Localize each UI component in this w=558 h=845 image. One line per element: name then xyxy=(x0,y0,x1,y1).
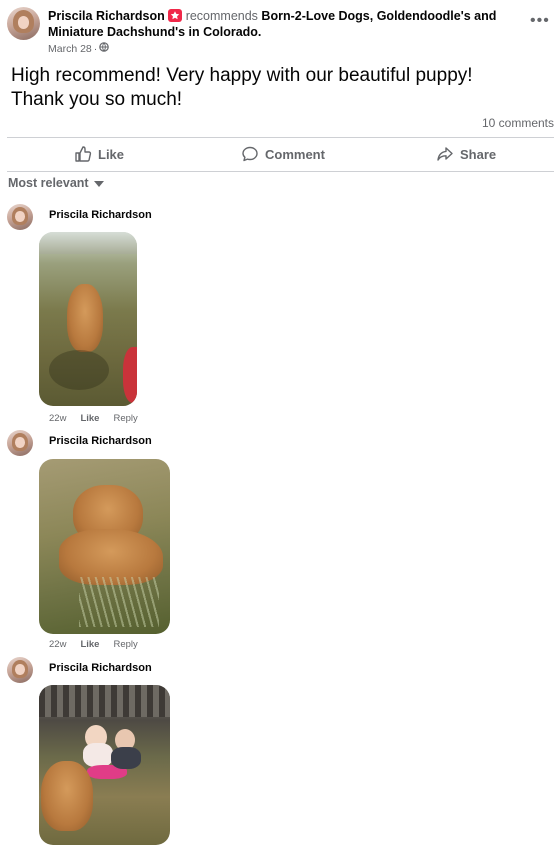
recommends-text: recommends xyxy=(185,9,258,23)
commenter-avatar[interactable] xyxy=(7,657,33,683)
comment-reply-link[interactable]: Reply xyxy=(113,413,137,424)
like-icon xyxy=(75,146,92,162)
comment-label: Comment xyxy=(265,146,325,162)
globe-icon xyxy=(99,42,110,55)
post-text-line1: High recommend! Very happy with our beau… xyxy=(11,65,473,86)
comment-photo[interactable] xyxy=(39,459,170,634)
like-button[interactable]: Like xyxy=(74,145,124,163)
commenter-avatar[interactable] xyxy=(7,430,33,456)
comment-button[interactable]: Comment xyxy=(241,145,325,163)
puppy-figure xyxy=(41,761,93,831)
sort-label: Most relevant xyxy=(8,176,89,190)
dropdown-caret-icon xyxy=(93,176,104,190)
recommend-star-icon xyxy=(168,9,183,22)
comment-age[interactable]: 22w xyxy=(49,639,66,650)
comment-meta: 22w Like Reply xyxy=(49,639,138,650)
post-header: Priscila Richardson recommends Born-2-Lo… xyxy=(48,8,508,40)
commenter-name[interactable]: Priscila Richardson xyxy=(49,435,152,447)
commenter-name[interactable]: Priscila Richardson xyxy=(49,662,152,674)
divider-bottom xyxy=(7,171,554,172)
comment-reply-link[interactable]: Reply xyxy=(113,639,137,650)
comment-photo[interactable] xyxy=(39,232,137,406)
puppy-figure xyxy=(67,284,103,352)
share-button[interactable]: Share xyxy=(436,145,496,163)
post-date-row: March 28 · xyxy=(48,42,110,55)
commenter-avatar[interactable] xyxy=(7,204,33,230)
share-icon xyxy=(437,147,453,161)
more-icon[interactable]: ••• xyxy=(530,12,550,30)
like-label: Like xyxy=(98,146,125,162)
comment-like-link[interactable]: Like xyxy=(80,639,99,650)
sort-dropdown[interactable]: Most relevant xyxy=(8,176,104,190)
commenter-name[interactable]: Priscila Richardson xyxy=(49,209,152,221)
author-name[interactable]: Priscila Richardson xyxy=(48,9,165,23)
author-avatar[interactable] xyxy=(7,7,40,40)
comment-photo[interactable] xyxy=(39,685,170,845)
page-name[interactable]: Born-2-Love Dogs, Goldendoodle's and xyxy=(261,9,496,23)
share-label: Share xyxy=(460,146,497,162)
comment-age[interactable]: 22w xyxy=(49,413,66,424)
comment-icon xyxy=(242,146,258,162)
divider-top xyxy=(7,137,554,138)
post-text-line2: Thank you so much! xyxy=(11,89,183,110)
post-date[interactable]: March 28 xyxy=(48,43,92,55)
page-name-line2[interactable]: Miniature Dachshund's in Colorado. xyxy=(48,25,261,39)
comment-meta: 22w Like Reply xyxy=(49,413,138,424)
post-text: High recommend! Very happy with our beau… xyxy=(11,64,551,112)
comment-like-link[interactable]: Like xyxy=(80,413,99,424)
comments-count[interactable]: 10 comments xyxy=(482,116,554,130)
